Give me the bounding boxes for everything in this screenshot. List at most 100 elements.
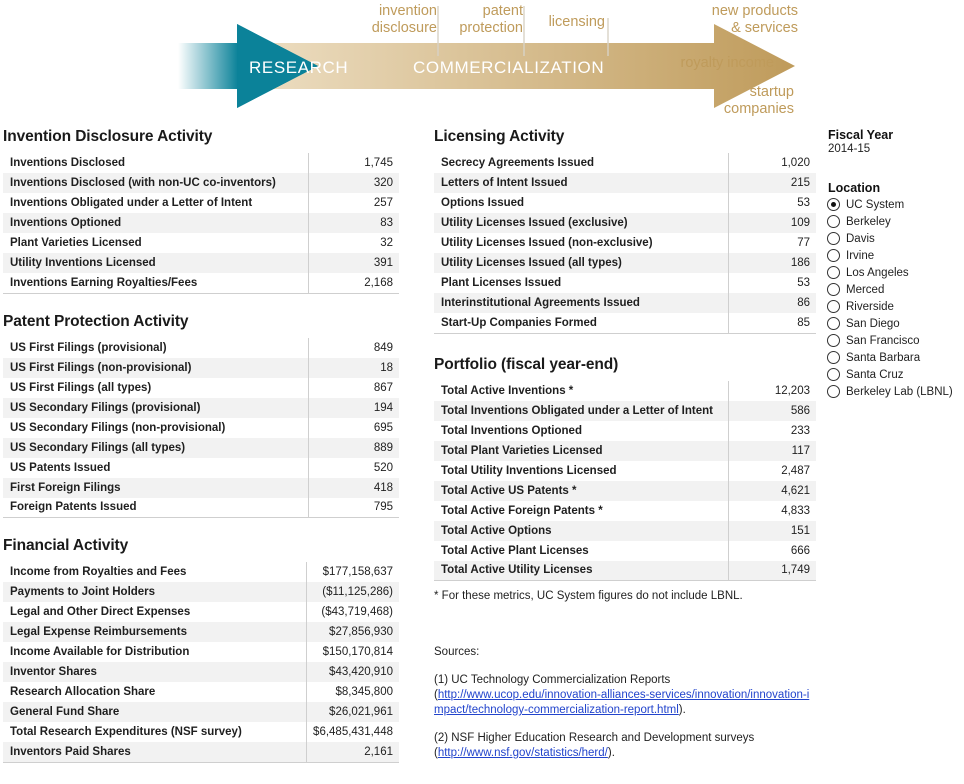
table-row: Total Active Options 151: [434, 520, 816, 541]
row-value: ($11,125,286): [306, 582, 399, 602]
location-option-davis[interactable]: Davis: [827, 230, 964, 247]
row-label: Foreign Patents Issued: [3, 497, 308, 518]
location-option-merced[interactable]: Merced: [827, 281, 964, 298]
table-row: Income Available for Distribution $150,17…: [3, 642, 399, 662]
middle-column: Licensing Activity Secrecy Agreements Is…: [434, 128, 816, 761]
row-label: US Patents Issued: [3, 457, 308, 478]
radio-icon[interactable]: [827, 351, 840, 364]
location-option-label: Berkeley: [846, 215, 891, 228]
row-value: 320: [307, 173, 399, 193]
row-label: Total Plant Varieties Licensed: [434, 440, 728, 461]
location-option-berkeley-lab-lbnl[interactable]: Berkeley Lab (LBNL): [827, 383, 964, 400]
location-radio-group[interactable]: UC System Berkeley Davis Irvine Los Angeles M…: [827, 196, 964, 400]
row-label: Utility Inventions Licensed: [3, 253, 308, 273]
research-arrow-seam: [237, 43, 238, 89]
row-value: 85: [727, 313, 816, 333]
location-option-irvine[interactable]: Irvine: [827, 247, 964, 264]
left-column: Invention Disclosure Activity Inventions…: [3, 128, 399, 782]
location-option-label: Merced: [846, 283, 885, 296]
row-value: 849: [307, 337, 399, 358]
table-row: Inventor Shares $43,420,910: [3, 662, 399, 682]
row-value: 4,833: [727, 500, 816, 521]
location-option-label: Berkeley Lab (LBNL): [846, 385, 953, 398]
radio-icon[interactable]: [827, 266, 840, 279]
row-label: US First Filings (non-provisional): [3, 357, 308, 378]
row-label: Inventions Earning Royalties/Fees: [3, 273, 308, 293]
radio-icon[interactable]: [827, 334, 840, 347]
radio-icon[interactable]: [827, 232, 840, 245]
fiscal-year-title: Fiscal Year: [828, 128, 894, 142]
filter-panel: Fiscal Year 2014-15 Location UC System Be…: [827, 128, 964, 400]
location-option-riverside[interactable]: Riverside: [827, 298, 964, 315]
table-row: Letters of Intent Issued 215: [434, 173, 816, 193]
row-value: 2,487: [727, 460, 816, 481]
row-label: US Secondary Filings (non-provisional): [3, 417, 308, 438]
row-label: Start-Up Companies Formed: [434, 313, 728, 333]
source-2-link[interactable]: http://www.nsf.gov/statistics/herd/: [438, 747, 608, 759]
row-value: 1,749: [727, 560, 816, 581]
location-option-uc-system[interactable]: UC System: [827, 196, 964, 213]
row-label: Total Inventions Obligated under a Lette…: [434, 400, 728, 421]
location-option-san-diego[interactable]: San Diego: [827, 315, 964, 332]
radio-icon[interactable]: [827, 283, 840, 296]
row-value: $8,345,800: [306, 682, 399, 702]
row-value: 215: [727, 173, 816, 193]
row-label: Income from Royalties and Fees: [3, 562, 307, 582]
row-value: 151: [727, 520, 816, 541]
source-1-paren-close: ).: [678, 704, 686, 716]
location-option-santa-cruz[interactable]: Santa Cruz: [827, 366, 964, 383]
radio-icon[interactable]: [827, 368, 840, 381]
sources-block: Sources: (1) UC Technology Commercializa…: [434, 645, 816, 761]
row-label: Legal and Other Direct Expenses: [3, 602, 307, 622]
row-value: 391: [307, 253, 399, 273]
location-option-label: UC System: [846, 198, 905, 211]
row-value: 1,020: [727, 153, 816, 173]
row-value: 12,203: [727, 380, 816, 401]
radio-icon[interactable]: [827, 385, 840, 398]
table-row: US First Filings (provisional) 849: [3, 337, 399, 358]
stage-label-licensing: licensing: [548, 14, 605, 30]
row-label: Inventions Obligated under a Letter of I…: [3, 193, 308, 213]
row-value: 2,161: [306, 742, 399, 762]
stage-label-startup-companies: startup companies: [723, 84, 794, 117]
table-row: Legal Expense Reimbursements $27,856,930: [3, 622, 399, 642]
row-value: 586: [727, 400, 816, 421]
location-option-berkeley[interactable]: Berkeley: [827, 213, 964, 230]
table-row: US Secondary Filings (all types) 889: [3, 437, 399, 458]
sources-heading: Sources:: [434, 646, 480, 658]
table-row: Total Active Plant Licenses 666: [434, 540, 816, 561]
row-value: 86: [727, 293, 816, 313]
row-value: 117: [727, 440, 816, 461]
table-row: Utility Licenses Issued (all types) 186: [434, 253, 816, 273]
table-row: Utility Licenses Issued (non-exclusive) 7…: [434, 233, 816, 253]
radio-icon[interactable]: [827, 317, 840, 330]
row-label: Total Active Foreign Patents *: [434, 500, 728, 521]
row-value: $6,485,431,448: [306, 722, 399, 742]
source-item-2: (2) NSF Higher Education Research and De…: [434, 731, 816, 761]
stage-label-new-products: new products & services: [711, 3, 798, 36]
radio-icon[interactable]: [827, 300, 840, 313]
table-row: Inventions Disclosed 1,745: [3, 153, 399, 173]
row-label: Plant Licenses Issued: [434, 273, 728, 293]
row-label: US Secondary Filings (all types): [3, 437, 308, 458]
radio-icon[interactable]: [827, 198, 840, 211]
source-1-link[interactable]: http://www.ucop.edu/innovation-alliances…: [434, 689, 809, 716]
row-value: 867: [307, 377, 399, 398]
table-portfolio: Total Active Inventions * 12,203 Total Inv…: [434, 380, 816, 581]
location-option-los-angeles[interactable]: Los Angeles: [827, 264, 964, 281]
row-label: Plant Varieties Licensed: [3, 233, 308, 253]
row-label: Total Active Inventions *: [434, 380, 728, 401]
row-value: 795: [307, 497, 399, 518]
location-option-santa-barbara[interactable]: Santa Barbara: [827, 349, 964, 366]
table-row: Total Active Utility Licenses 1,749: [434, 560, 816, 581]
row-value: 418: [307, 477, 399, 498]
location-option-san-francisco[interactable]: San Francisco: [827, 332, 964, 349]
row-value: 233: [727, 420, 816, 441]
radio-icon[interactable]: [827, 215, 840, 228]
row-label: Total Active Options: [434, 520, 728, 541]
table-row: Plant Varieties Licensed 32: [3, 233, 399, 253]
section-patent-protection: Patent Protection Activity US First Fili…: [3, 313, 399, 518]
source-item-1: (1) UC Technology Commercialization Repo…: [434, 673, 816, 718]
radio-icon[interactable]: [827, 249, 840, 262]
row-value: 257: [307, 193, 399, 213]
